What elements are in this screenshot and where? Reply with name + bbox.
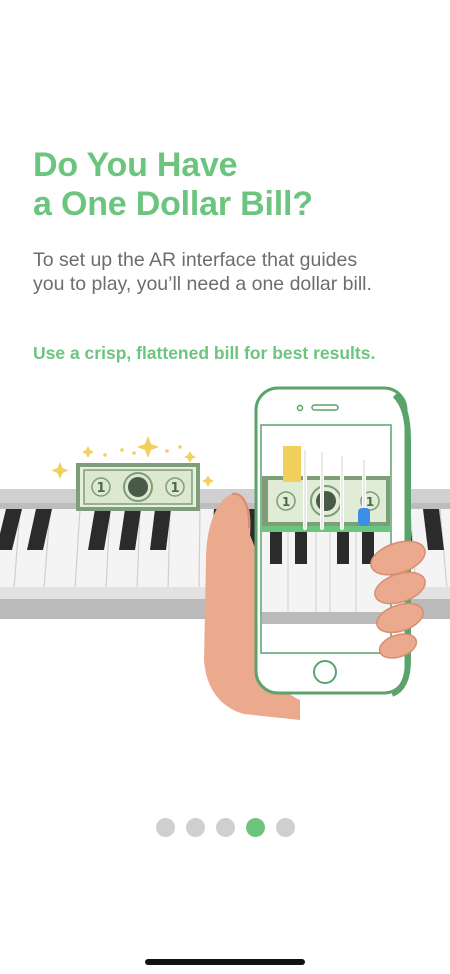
page-dot-1[interactable] bbox=[155, 818, 175, 837]
pagination-dots[interactable] bbox=[0, 818, 450, 838]
description-line-1: To set up the AR interface that guides bbox=[33, 249, 358, 271]
bill-denomination-left: 1 bbox=[96, 481, 105, 496]
page-dot-5[interactable] bbox=[275, 818, 295, 837]
bill-denomination-right: 1 bbox=[170, 481, 179, 496]
description-line-2: you to play, you’ll need a one dollar bi… bbox=[33, 273, 372, 295]
page-title: Do You Have a One Dollar Bill? bbox=[33, 146, 423, 224]
screen-bill-denomination-left: 1 bbox=[282, 495, 290, 509]
page-dot-2[interactable] bbox=[185, 818, 205, 837]
page-dot-3[interactable] bbox=[215, 818, 235, 837]
page-dot-4-active[interactable] bbox=[245, 818, 265, 837]
title-line-2: a One Dollar Bill? bbox=[33, 185, 313, 223]
description: To set up the AR interface that guides y… bbox=[33, 248, 423, 296]
dollar-bill-piano-illustration: 1 1 1 1 bbox=[0, 386, 450, 720]
tip-text: Use a crisp, flattened bill for best res… bbox=[33, 343, 376, 363]
home-indicator[interactable] bbox=[145, 959, 305, 965]
screen-bill-denomination-right: 1 bbox=[366, 495, 374, 509]
title-line-1: Do You Have bbox=[33, 146, 238, 184]
dollar-bill bbox=[76, 463, 200, 511]
